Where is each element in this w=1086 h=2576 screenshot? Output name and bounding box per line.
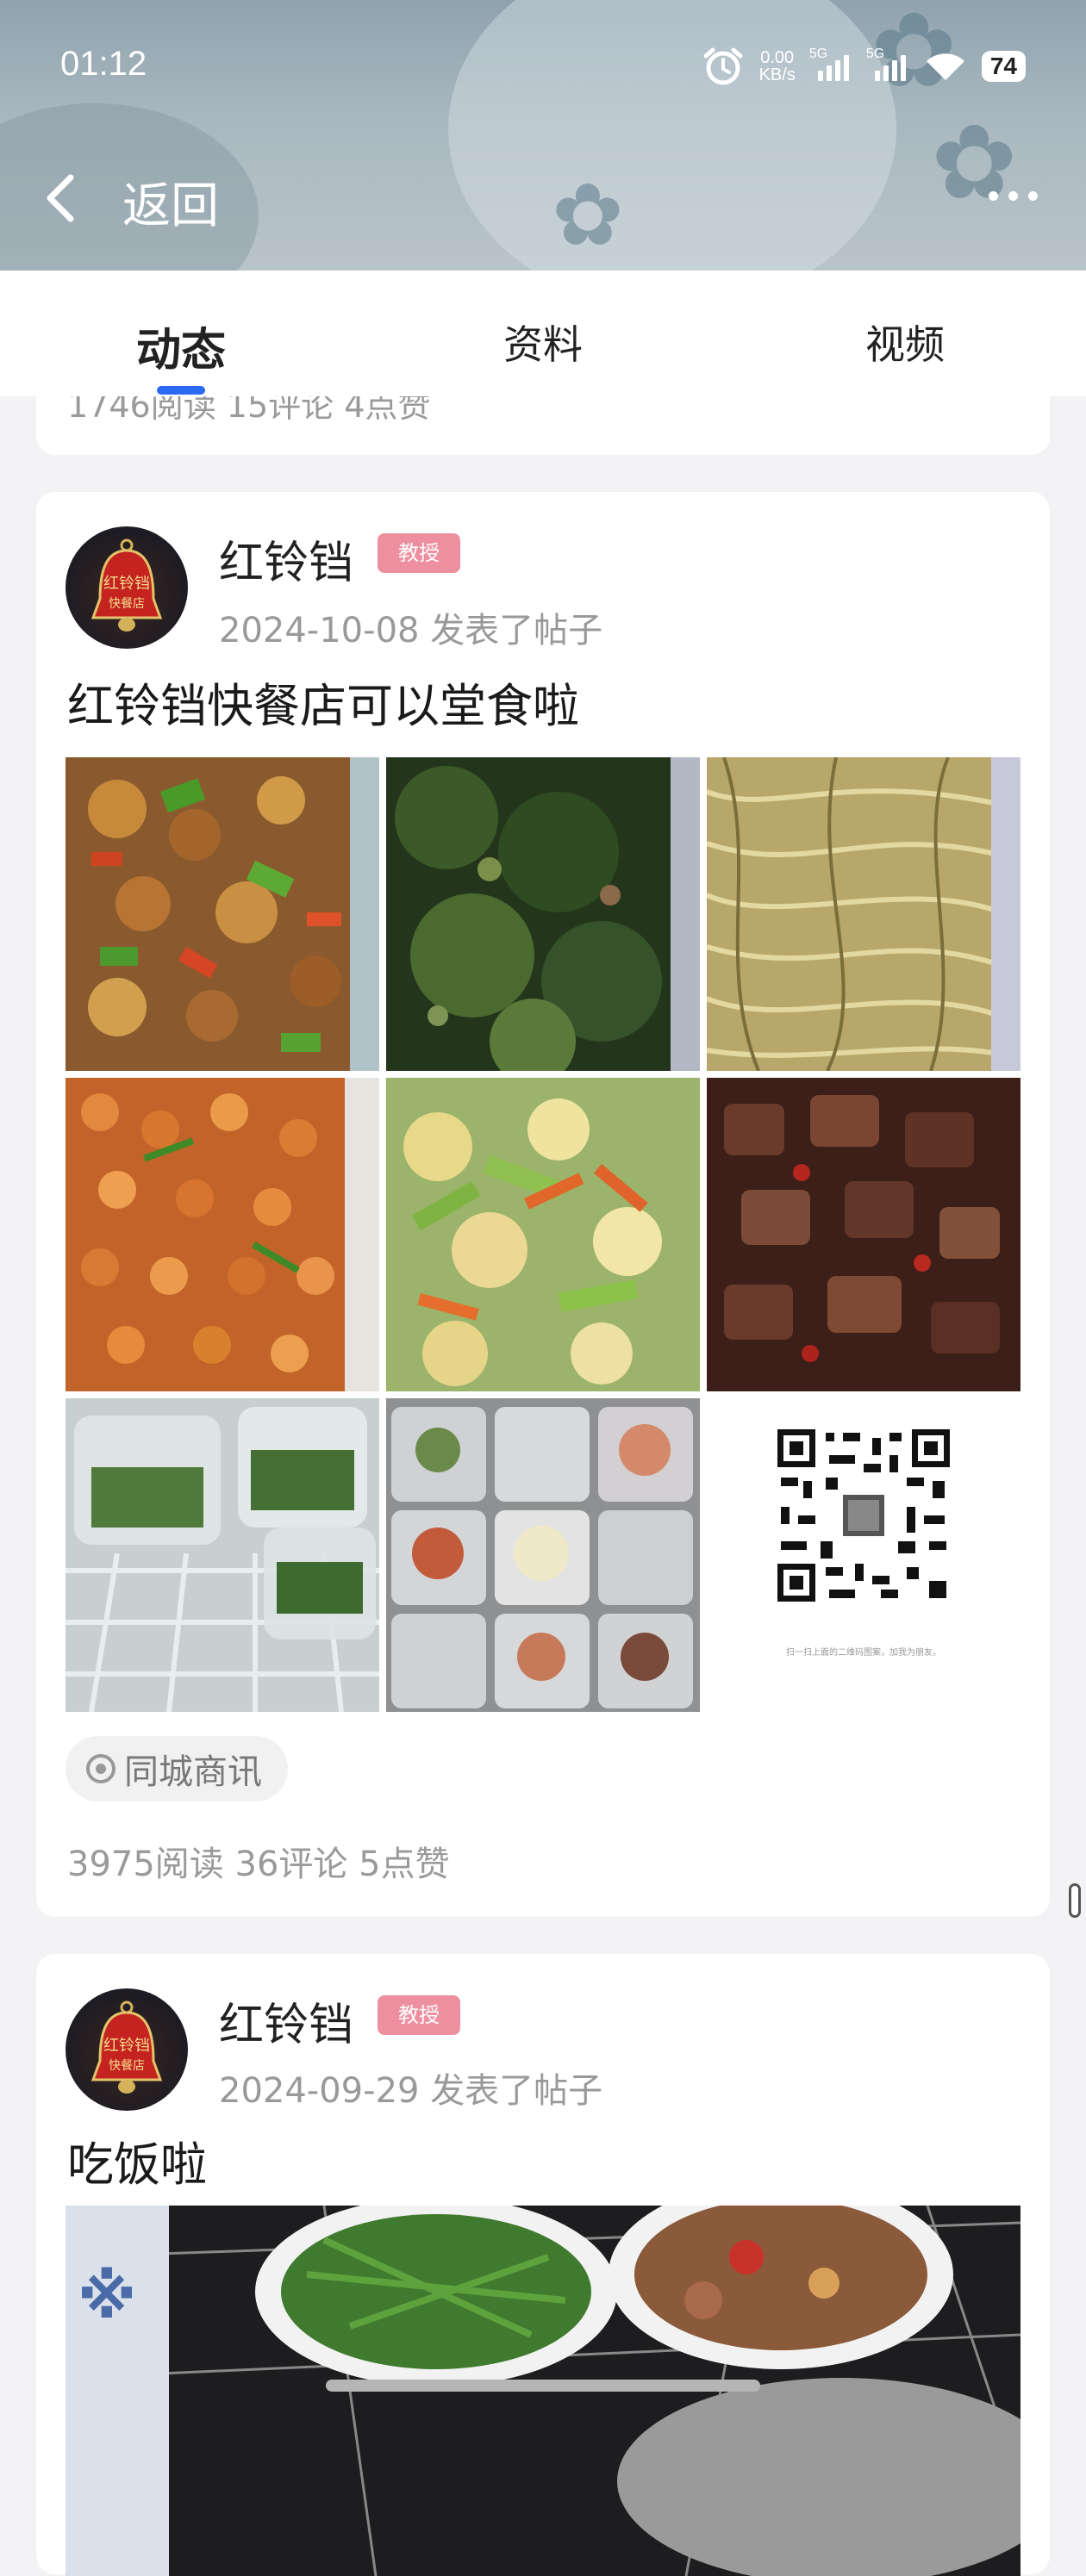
avatar[interactable]: 红铃铛 快餐店	[66, 1988, 188, 2111]
status-time: 01:12	[60, 45, 147, 83]
fried-shrimp-photo[interactable]	[66, 1078, 379, 1391]
post-title[interactable]: 红铃铛快餐店可以堂食啦	[67, 668, 579, 736]
author-badge: 教授	[378, 1995, 460, 2035]
egg-pepper-carrot-photo[interactable]	[386, 1078, 700, 1391]
tab-profile[interactable]: 资料	[362, 271, 724, 396]
header-background-shape	[448, 0, 896, 271]
active-tab-indicator	[157, 386, 205, 395]
home-indicator[interactable]	[326, 2380, 760, 2392]
post-title[interactable]: 吃饭啦	[67, 2126, 207, 2194]
network-speed: 0.00 KB/s	[758, 48, 796, 84]
status-icons: 0.00 KB/s 5G 5G 74	[702, 47, 1026, 85]
braised-pork-photo[interactable]	[707, 1078, 1020, 1391]
post-card[interactable]: 红铃铛 快餐店 红铃铛 教授 2024-10-08 发表了帖子 红铃铛快餐店可以…	[36, 492, 1050, 1917]
alarm-icon	[703, 47, 743, 85]
qr-caption: 扫一扫上面的二维码图案，加我为朋友。	[786, 1648, 941, 1658]
topic-tag[interactable]: 同城商讯	[66, 1736, 288, 1801]
bean-sprout-noodles-photo[interactable]	[707, 757, 1020, 1071]
svg-text:红铃铛: 红铃铛	[103, 2037, 150, 2055]
chicken-potato-dish-photo[interactable]	[66, 757, 379, 1071]
qr-code-icon	[707, 1398, 1020, 1712]
post-card[interactable]: 红铃铛 快餐店 红铃铛 教授 2024-09-29 发表了帖子 吃饭啦 ※	[36, 1954, 1050, 2576]
topic-label: 同城商讯	[124, 1752, 262, 1792]
signal-icon: 5G	[809, 47, 852, 81]
location-target-icon	[86, 1754, 115, 1783]
author-badge: 教授	[378, 533, 460, 573]
author-name[interactable]: 红铃铛	[219, 526, 353, 591]
back-arrow-icon[interactable]	[41, 172, 79, 224]
photo-grid: 扫一扫上面的二维码图案，加我为朋友。	[66, 757, 1020, 1712]
post-meta: 2024-10-08 发表了帖子	[219, 611, 603, 650]
tab-bar: 动态 资料 视频	[0, 271, 1086, 396]
avatar[interactable]: 红铃铛 快餐店	[66, 526, 188, 649]
battery-indicator: 74	[981, 51, 1026, 82]
svg-text:红铃铛: 红铃铛	[103, 575, 150, 593]
plastic-cups-photo[interactable]	[66, 1398, 379, 1712]
tab-dynamic[interactable]: 动态	[0, 271, 362, 396]
bell-logo-icon: 红铃铛 快餐店	[90, 538, 163, 632]
signal-icon: 5G	[866, 47, 909, 81]
svg-text:快餐店: 快餐店	[109, 2059, 145, 2073]
wifi-icon	[926, 53, 964, 80]
more-options-icon[interactable]	[989, 191, 1038, 201]
header-bar: ✿ ✿ ✿ 01:12 0.00 KB/s 5G 5G 74 返回	[0, 0, 1086, 271]
tab-video[interactable]: 视频	[724, 271, 1086, 396]
bell-logo-icon: 红铃铛 快餐店	[90, 2000, 163, 2094]
stir-fried-greens-photo[interactable]	[386, 757, 700, 1071]
svg-text:快餐店: 快餐店	[109, 597, 145, 611]
post-meta: 2024-09-29 发表了帖子	[219, 2071, 603, 2111]
scrollbar-thumb[interactable]	[1069, 1883, 1081, 1918]
back-button[interactable]: 返回	[122, 167, 219, 237]
post-stats: 3975阅读 36评论 5点赞	[67, 1845, 450, 1884]
takeout-boxes-photo[interactable]	[386, 1398, 700, 1712]
author-name[interactable]: 红铃铛	[219, 1988, 353, 2053]
flower-decoration-icon: ✿	[552, 165, 624, 265]
svg-text:※: ※	[78, 2262, 136, 2332]
qr-code-image[interactable]: 扫一扫上面的二维码图案，加我为朋友。	[707, 1398, 1020, 1712]
